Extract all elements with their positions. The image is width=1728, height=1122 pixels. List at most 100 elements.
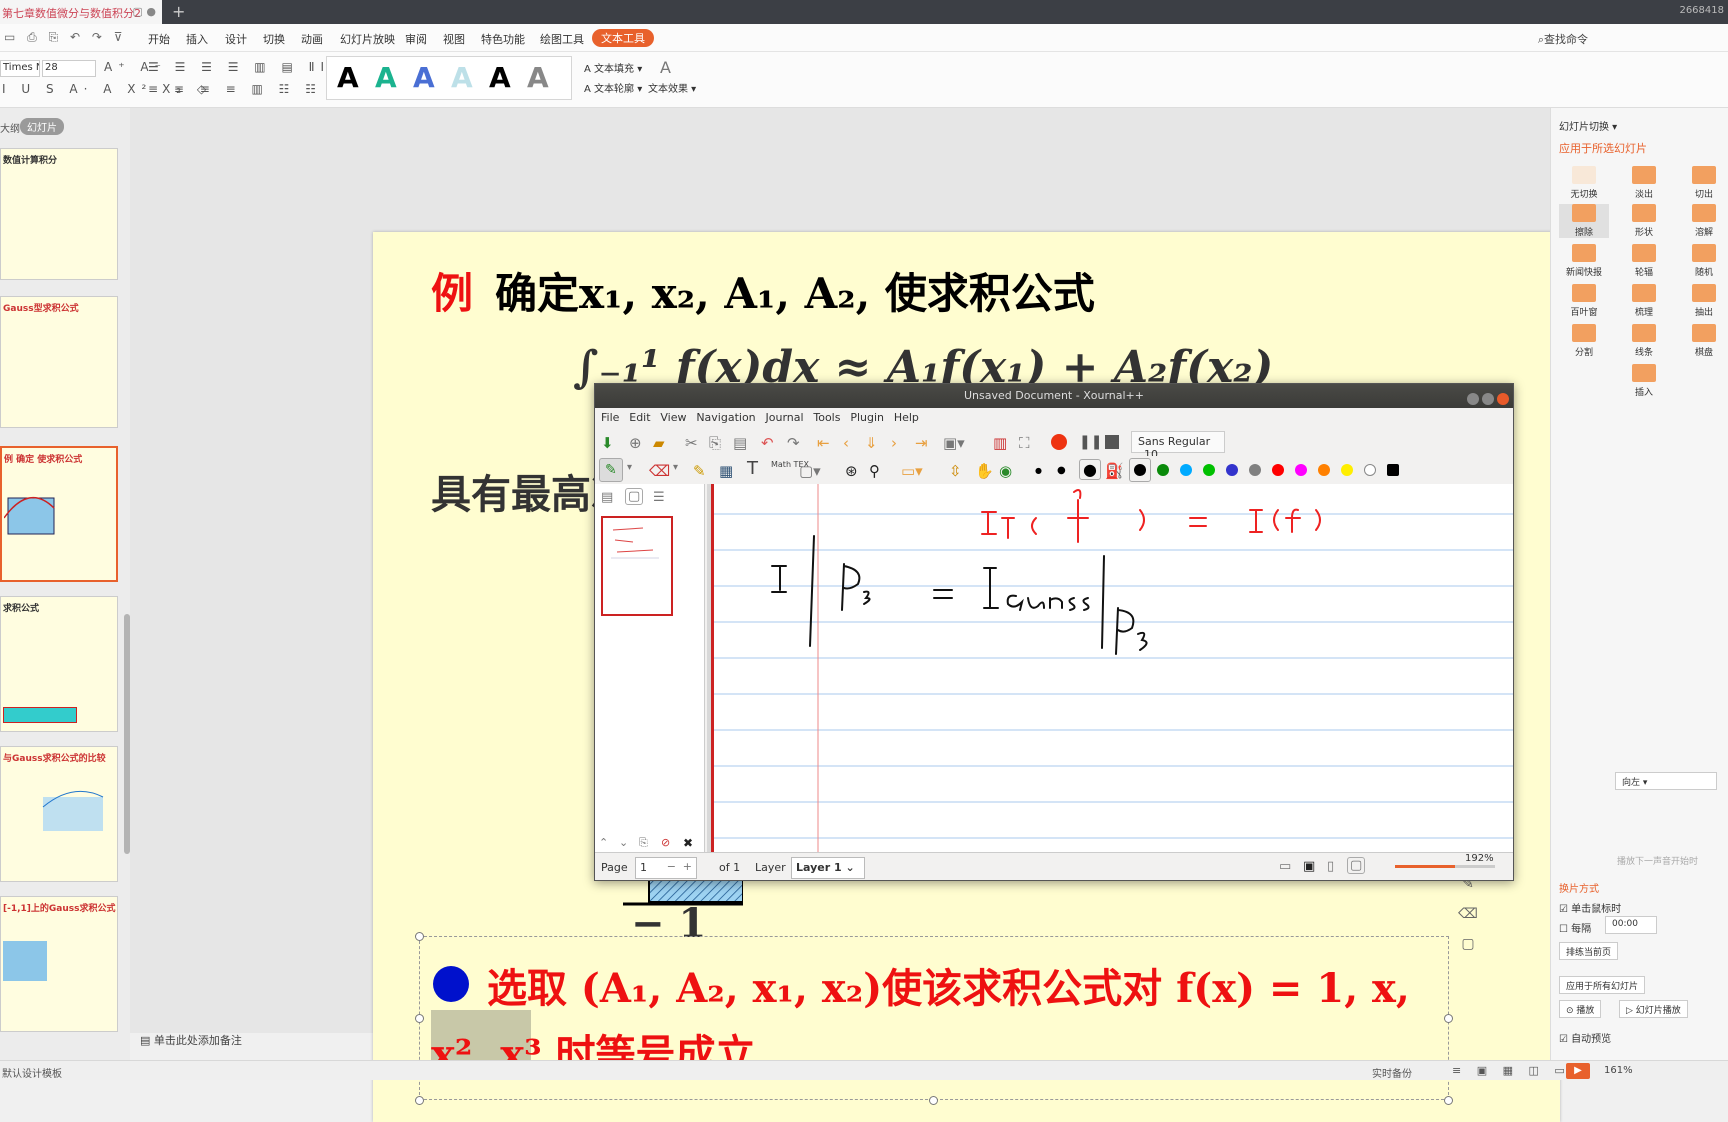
search-command[interactable]: ⌕查找命令 [1538, 31, 1588, 47]
menu-transition[interactable]: 切换 [263, 31, 285, 47]
tab-slides[interactable]: 幻灯片 [20, 118, 64, 135]
menu-view[interactable]: 视图 [443, 31, 465, 47]
transition-pane-title[interactable]: 幻灯片切换 ▾ [1559, 118, 1617, 133]
auto-preview-checkbox[interactable]: ☑ 自动预览 [1559, 1030, 1611, 1045]
select-object-icon[interactable]: ⚲ [869, 462, 880, 480]
transition-checker[interactable]: 棋盘 [1679, 324, 1728, 358]
text-style-5[interactable]: A [489, 61, 511, 94]
slide-thumbnail[interactable]: 求积公式 [0, 596, 118, 732]
text-outline-button[interactable]: A 文本轮廓 ▾ [584, 80, 642, 95]
menu-view[interactable]: View [660, 411, 686, 424]
pen-dropdown-icon[interactable]: ▾ [627, 462, 632, 473]
slide-title[interactable]: 例确定x₁, x₂, A₁, A₂, 使求积公式 [431, 260, 1095, 321]
transition-dissolve[interactable]: 溶解 [1679, 204, 1728, 238]
font-size-select[interactable]: 28 [42, 60, 96, 77]
slideshow-button[interactable]: ▷ 幻灯片播放 [1619, 1000, 1688, 1018]
transition-wheel[interactable]: 轮辐 [1619, 244, 1669, 278]
new-icon[interactable]: ⊕ [629, 434, 642, 452]
resize-handle[interactable] [415, 1096, 424, 1105]
menu-features[interactable]: 特色功能 [481, 31, 525, 47]
record-icon[interactable] [1051, 434, 1067, 450]
slide-thumbnail[interactable]: 与Gauss求积公式的比较 [0, 746, 118, 882]
font-selector[interactable]: Sans Regular 10 [1131, 431, 1225, 461]
xournal-title-bar[interactable]: Unsaved Document - Xournal++ [595, 384, 1513, 408]
size-small-icon[interactable]: ● [1035, 466, 1042, 475]
color-magenta[interactable] [1295, 464, 1307, 476]
menu-journal[interactable]: Journal [766, 411, 804, 424]
view-mode-icons[interactable]: ≡ ▣ ▦ ◫ ▭ [1452, 1064, 1571, 1077]
text-style-3[interactable]: A [413, 61, 435, 94]
hand-icon[interactable]: ✋ [975, 462, 994, 480]
play-object-icon[interactable]: ◉ [999, 462, 1012, 480]
sidebar-layers-icon[interactable]: ☰ [653, 490, 665, 505]
save-icon[interactable]: ⬇ [601, 434, 614, 452]
sidebar-delete-icon[interactable]: ⊘ [661, 836, 670, 849]
color-red[interactable] [1272, 464, 1284, 476]
size-medium-icon[interactable]: ● [1057, 465, 1066, 476]
pause-icon[interactable]: ❚❚ [1079, 434, 1102, 450]
text-fill-button[interactable]: A 文本填充 ▾ [584, 60, 642, 75]
transition-insert[interactable]: 插入 [1619, 364, 1669, 398]
backup-indicator[interactable]: 实时备份 [1372, 1065, 1412, 1080]
color-white[interactable] [1364, 464, 1376, 476]
first-page-icon[interactable]: ⇤ [817, 434, 830, 452]
redo-icon[interactable]: ↷ [787, 434, 800, 452]
transition-fade[interactable]: 淡出 [1619, 166, 1669, 200]
transition-split[interactable]: 分割 [1559, 324, 1609, 358]
page-thumbnail[interactable] [601, 516, 673, 616]
color-blue[interactable] [1226, 464, 1238, 476]
eraser-icon[interactable]: ⌫ [649, 462, 670, 480]
zoom-fit-icon[interactable]: ▢ [1347, 857, 1366, 874]
copy-icon[interactable]: ⎘ [709, 434, 721, 452]
text-styles-gallery[interactable]: A A A A A A [326, 56, 572, 100]
zoom-level[interactable]: 161% [1604, 1065, 1633, 1076]
vertical-space-icon[interactable]: ⇳ [949, 462, 962, 480]
align-icons[interactable]: ≡ ≡ ≡ ≡ ▥ ☷ ☷ [148, 82, 322, 96]
list-icons[interactable]: ☰ ☰ ☰ ☰ ▥ ▤ ⅡⅠ [148, 60, 330, 74]
resize-handle[interactable] [1444, 1096, 1453, 1105]
color-custom[interactable] [1387, 464, 1399, 476]
image-icon[interactable]: ▦ [719, 462, 733, 480]
text-style-6[interactable]: A [527, 61, 549, 94]
quick-access-icons[interactable]: ▭ ⎙ ⎘ ↶ ↷ ⊽ [4, 30, 127, 45]
on-click-checkbox[interactable]: ☑ 单击鼠标时 [1559, 900, 1621, 915]
document-tab[interactable]: 第七章数值微分与数值积分2 ▢ ● [0, 0, 162, 24]
menu-animation[interactable]: 动画 [301, 31, 323, 47]
highlighter-icon[interactable]: ✎ [693, 462, 706, 480]
tab-close-icon[interactable]: ▢ ● [133, 5, 157, 18]
insert-page-icon[interactable]: ▣▾ [943, 434, 965, 452]
every-checkbox[interactable]: ☐ 每隔 [1559, 920, 1591, 935]
xournal-canvas[interactable] [707, 484, 1513, 854]
layout-single-icon[interactable]: ▭ [1279, 859, 1291, 874]
slide-thumbnail[interactable]: [-1,1]上的Gauss求积公式 [0, 896, 118, 1032]
text-style-2[interactable]: A [375, 61, 397, 94]
menu-navigation[interactable]: Navigation [696, 411, 755, 424]
xournal-window[interactable]: Unsaved Document - Xournal++ File Edit V… [594, 383, 1514, 881]
ruled-paper[interactable] [711, 484, 1513, 854]
menu-home[interactable]: 开始 [148, 31, 170, 47]
eraser-tool-icon[interactable]: ⌫ [1456, 906, 1480, 930]
new-tab-button[interactable]: + [172, 2, 185, 21]
transition-wipe[interactable]: 擦除 [1559, 204, 1609, 238]
slide-thumbnail[interactable]: Gauss型求积公式 [0, 296, 118, 428]
stop-icon[interactable] [1105, 435, 1119, 449]
menu-file[interactable]: File [601, 411, 619, 424]
transition-none[interactable]: 无切换 [1559, 166, 1609, 200]
transition-comb[interactable]: 梳理 [1619, 284, 1669, 318]
tab-outline[interactable]: 大纲 [0, 120, 20, 135]
prev-page-icon[interactable]: ‹ [843, 434, 849, 452]
transition-pull[interactable]: 抽出 [1679, 284, 1728, 318]
rehearse-button[interactable]: 排练当前页 [1559, 942, 1619, 960]
transition-shape[interactable]: 形状 [1619, 204, 1669, 238]
menu-insert[interactable]: 插入 [186, 31, 208, 47]
menu-edit[interactable]: Edit [629, 411, 650, 424]
fullscreen-icon[interactable]: ⛶ [1019, 434, 1030, 452]
goto-page-icon[interactable]: ⇓ [865, 434, 878, 452]
menu-help[interactable]: Help [894, 411, 919, 424]
sidebar-down-icon[interactable]: ⌄ [619, 836, 628, 849]
open-icon[interactable]: ▰ [653, 434, 665, 452]
color-yellow[interactable] [1341, 464, 1353, 476]
shape-icon[interactable]: ▢▾ [799, 462, 821, 480]
close-icon[interactable] [1497, 393, 1509, 405]
sidebar-page-icon[interactable]: ▤ [601, 490, 613, 505]
